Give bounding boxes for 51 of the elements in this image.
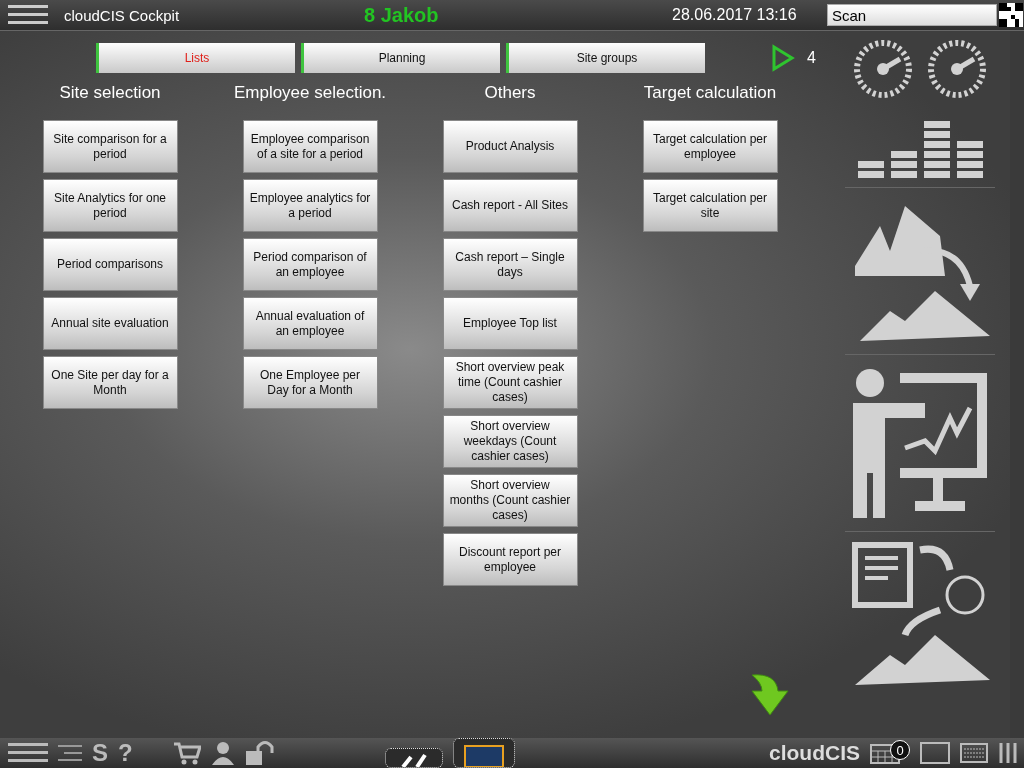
report-button[interactable]: Short overview peak time (Count cashier cases) [442,356,578,409]
report-button[interactable]: Cash report – Single days [442,238,578,291]
report-button[interactable]: Site comparison for a period [42,120,178,173]
column-heading: Others [484,83,536,104]
user-name: 8 Jakob [364,3,440,27]
list-icon[interactable] [58,743,82,763]
brand-name: cloudCIS [769,741,860,765]
report-button[interactable]: Annual site evaluation [42,297,178,350]
user-icon[interactable] [210,741,235,765]
column-heading: Site selection [59,83,161,104]
app-title: cloudCIS Cockpit [64,6,181,24]
cart-icon[interactable] [172,741,201,765]
play-icon[interactable] [771,44,795,72]
scrollbar[interactable] [1010,31,1024,738]
qr-code-icon[interactable] [999,3,1023,27]
window-icon[interactable] [920,742,950,764]
report-button[interactable]: Discount report per employee [442,533,578,586]
unlocked-padlock-icon[interactable] [244,741,275,765]
report-button[interactable]: Product Analysis [442,120,578,173]
tab[interactable]: Planning [301,43,500,73]
toolbar-key[interactable]: S [92,739,108,767]
report-button[interactable]: Site Analytics for one period [42,179,178,232]
menu-icon[interactable] [8,4,48,26]
app-preview-tile[interactable] [452,738,515,768]
report-button[interactable]: Short overview weekdays (Count cashier cases) [442,415,578,468]
tab[interactable]: Lists [96,43,295,73]
tab[interactable]: Site groups [506,43,705,73]
play-count: 4 [807,49,816,67]
report-button[interactable]: Annual evaluation of an employee [242,297,378,350]
report-button[interactable]: Employee comparison of a site for a period [242,120,378,173]
report-button[interactable]: Cash report - All Sites [442,179,578,232]
report-button[interactable]: One Site per day for a Month [42,356,178,409]
toolbar-key[interactable]: ? [118,739,133,767]
report-button[interactable]: Period comparisons [42,238,178,291]
keyboard-icon[interactable] [960,743,988,763]
columns-icon[interactable] [998,742,1018,764]
notification-badge: 0 [890,740,910,760]
tools-tile[interactable] [384,748,443,768]
date-time: 28.06.2017 13:16 [672,6,798,24]
screen-preview-icon [463,745,504,767]
menu-icon[interactable] [8,742,48,764]
column-heading: Target calculation [643,83,777,104]
report-button[interactable]: Target calculation per employee [642,120,778,173]
report-button[interactable]: Employee Top list [442,297,578,350]
report-button[interactable]: Employee analytics for a period [242,179,378,232]
report-button[interactable]: One Employee per Day for a Month [242,356,378,409]
report-button[interactable]: Short overview months (Count cashier cases) [442,474,578,527]
scan-field[interactable]: Scan [827,4,997,26]
report-button[interactable]: Target calculation per site [642,179,778,232]
report-button[interactable]: Period comparison of an employee [242,238,378,291]
column-heading: Employee selection. [233,83,387,104]
